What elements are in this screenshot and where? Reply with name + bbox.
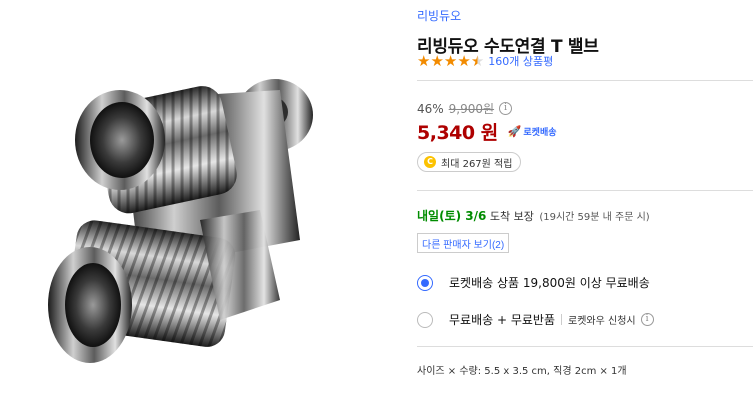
star-icon: ★ (417, 52, 431, 70)
delivery-note: (19시간 59분 내 주문 시) (539, 212, 650, 223)
shipping-option-extra: 로켓와우 신청시 (568, 316, 636, 327)
cashback-badge: C 최대 267원 적립 (417, 152, 522, 172)
product-specs: 사이즈 × 수량: 5.5 x 3.5 cm, 직경 2cm × 1개 (417, 366, 627, 377)
price-row: 5,340 원 🚀 로켓배송 (417, 118, 557, 145)
shipping-option-rocket[interactable]: 로켓배송 상품 19,800원 이상 무료배송 (417, 274, 650, 291)
rating-row[interactable]: ★ ★ ★ ★ ★ 160개 상품평 (417, 52, 553, 70)
rocket-delivery-badge: 🚀 로켓배송 (508, 125, 557, 138)
radio-icon[interactable] (417, 311, 433, 328)
star-icon: ★ (430, 52, 444, 70)
other-sellers-button[interactable]: 다른 판매자 보기(2) (417, 233, 510, 253)
divider (561, 314, 563, 325)
discount-row: 46% 9,900원 i (417, 100, 513, 117)
review-count-link[interactable]: 160개 상품평 (488, 53, 553, 69)
shipping-option-label: 무료배송 + 무료반품 (449, 313, 556, 327)
radio-icon[interactable] (417, 274, 433, 291)
product-image[interactable] (30, 40, 380, 380)
star-icon: ★ (457, 52, 471, 70)
shipping-option-label: 로켓배송 상품 19,800원 이상 무료배송 (449, 276, 650, 290)
discount-percent: 46% (417, 101, 444, 116)
rocket-icon: 🚀 (507, 125, 522, 138)
delivery-guarantee: 도착 보장 (489, 210, 534, 223)
star-rating: ★ ★ ★ ★ ★ (417, 52, 485, 70)
info-icon[interactable]: i (499, 102, 513, 115)
divider (417, 190, 753, 191)
divider (417, 346, 753, 347)
valve-image (48, 79, 313, 363)
coin-icon: C (424, 156, 436, 168)
sale-price: 5,340 원 (417, 122, 498, 144)
cashback-label: 최대 267원 적립 (441, 158, 513, 170)
delivery-row: 내일(토) 3/6 도착 보장 (19시간 59분 내 주문 시) (417, 207, 650, 224)
divider (417, 80, 753, 81)
info-icon[interactable]: i (640, 313, 654, 326)
brand-link[interactable]: 리빙듀오 (417, 7, 461, 24)
rocket-label: 로켓배송 (523, 128, 557, 138)
star-half-icon: ★ (470, 52, 485, 70)
original-price: 9,900원 (448, 102, 495, 116)
shipping-option-free[interactable]: 무료배송 + 무료반품 로켓와우 신청시 i (417, 311, 654, 328)
delivery-date: 내일(토) 3/6 (417, 209, 487, 223)
star-icon: ★ (443, 52, 458, 70)
